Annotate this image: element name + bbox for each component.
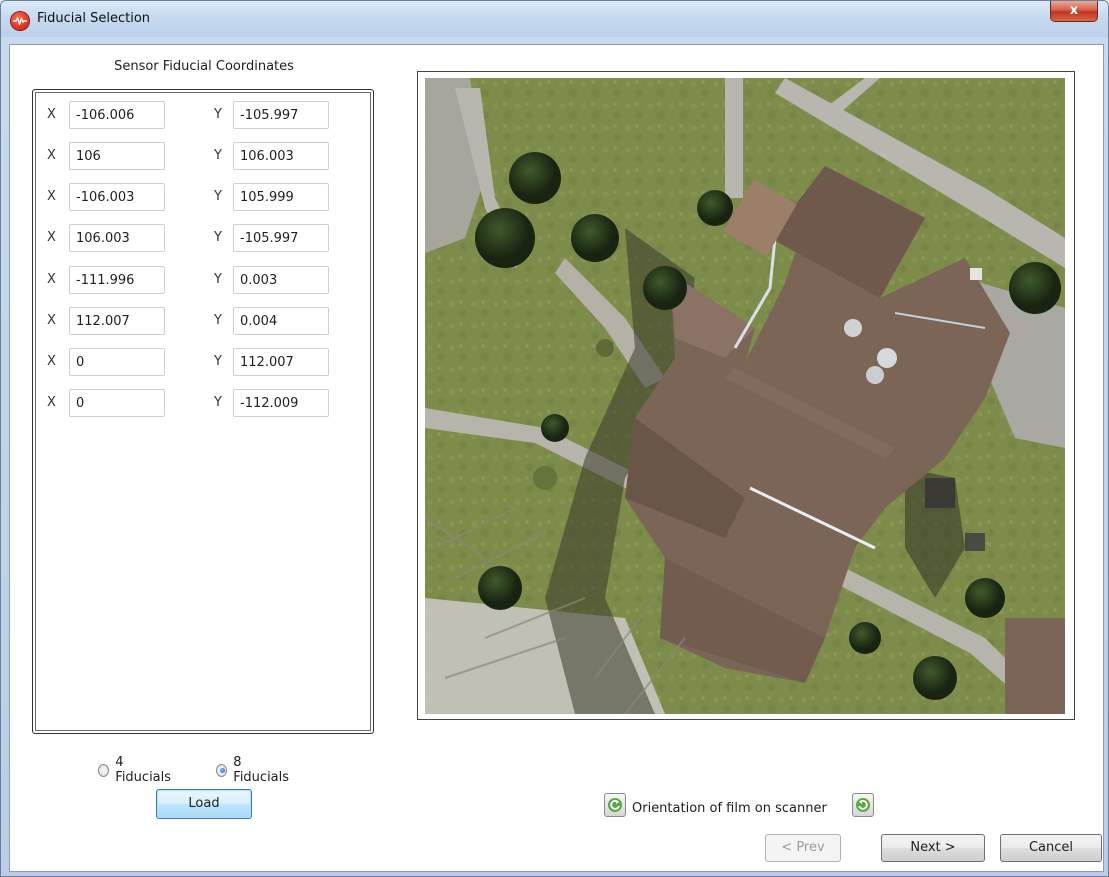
y-coordinate-input[interactable] <box>233 348 329 376</box>
aerial-photo-drawing <box>425 78 1065 714</box>
x-label: X <box>47 354 56 369</box>
x-label: X <box>47 107 56 122</box>
y-coordinate-input[interactable] <box>233 224 329 252</box>
coordinates-panel: X Y X Y X Y X Y <box>32 89 374 734</box>
x-coordinate-input[interactable] <box>69 183 165 211</box>
x-label: X <box>47 189 56 204</box>
y-coordinate-input[interactable] <box>233 266 329 294</box>
x-label: X <box>47 148 56 163</box>
y-coordinate-input[interactable] <box>233 101 329 129</box>
x-label: X <box>47 395 56 410</box>
radio-4-fiducials-label: 4 Fiducials <box>115 755 172 785</box>
cancel-button[interactable]: Cancel <box>1000 834 1102 862</box>
x-coordinate-input[interactable] <box>69 348 165 376</box>
load-button[interactable]: Load <box>156 789 252 819</box>
x-coordinate-input[interactable] <box>69 224 165 252</box>
coordinate-row: X Y <box>33 224 373 254</box>
x-coordinate-input[interactable] <box>69 101 165 129</box>
radio-indicator[interactable] <box>98 763 110 777</box>
y-coordinate-input[interactable] <box>233 142 329 170</box>
x-label: X <box>47 313 56 328</box>
y-label: Y <box>214 272 222 287</box>
radio-8-fiducials[interactable]: 8 Fiducials <box>216 755 291 785</box>
rotate-counterclockwise-button[interactable] <box>604 793 626 817</box>
dialog-body: Sensor Fiducial Coordinates X Y X Y X Y <box>9 44 1104 872</box>
y-label: Y <box>214 313 222 328</box>
fiducial-selection-window: Fiducial Selection x Sensor Fiducial Coo… <box>0 0 1109 877</box>
radio-4-fiducials[interactable]: 4 Fiducials <box>98 755 173 785</box>
y-coordinate-input[interactable] <box>233 389 329 417</box>
rotate-counterclockwise-icon <box>608 798 622 812</box>
x-coordinate-input[interactable] <box>69 142 165 170</box>
y-label: Y <box>214 189 222 204</box>
y-label: Y <box>214 148 222 163</box>
y-label: Y <box>214 230 222 245</box>
coordinate-row: X Y <box>33 101 373 131</box>
next-button[interactable]: Next > <box>881 834 985 862</box>
x-coordinate-input[interactable] <box>69 389 165 417</box>
y-label: Y <box>214 354 222 369</box>
app-logo-icon <box>11 12 29 30</box>
x-label: X <box>47 230 56 245</box>
coordinate-row: X Y <box>33 142 373 172</box>
radio-indicator-selected[interactable] <box>216 763 228 777</box>
coordinate-row: X Y <box>33 348 373 378</box>
coordinate-row: X Y <box>33 183 373 213</box>
coordinate-row: X Y <box>33 307 373 337</box>
rotate-clockwise-button[interactable] <box>852 793 874 817</box>
coordinates-heading: Sensor Fiducial Coordinates <box>114 59 294 74</box>
radio-8-fiducials-label: 8 Fiducials <box>233 755 290 785</box>
coordinate-row: X Y <box>33 389 373 419</box>
y-coordinate-input[interactable] <box>233 307 329 335</box>
window-title: Fiducial Selection <box>37 11 151 26</box>
coordinate-row: X Y <box>33 266 373 296</box>
rotate-clockwise-icon <box>856 798 870 812</box>
aerial-photo[interactable] <box>425 78 1065 714</box>
x-coordinate-input[interactable] <box>69 266 165 294</box>
close-button[interactable]: x <box>1050 1 1098 22</box>
orientation-label: Orientation of film on scanner <box>632 801 827 816</box>
title-bar: Fiducial Selection x <box>1 1 1108 37</box>
prev-button[interactable]: < Prev <box>765 834 841 862</box>
x-label: X <box>47 272 56 287</box>
x-coordinate-input[interactable] <box>69 307 165 335</box>
y-label: Y <box>214 107 222 122</box>
y-label: Y <box>214 395 222 410</box>
film-image-frame <box>417 71 1075 720</box>
y-coordinate-input[interactable] <box>233 183 329 211</box>
